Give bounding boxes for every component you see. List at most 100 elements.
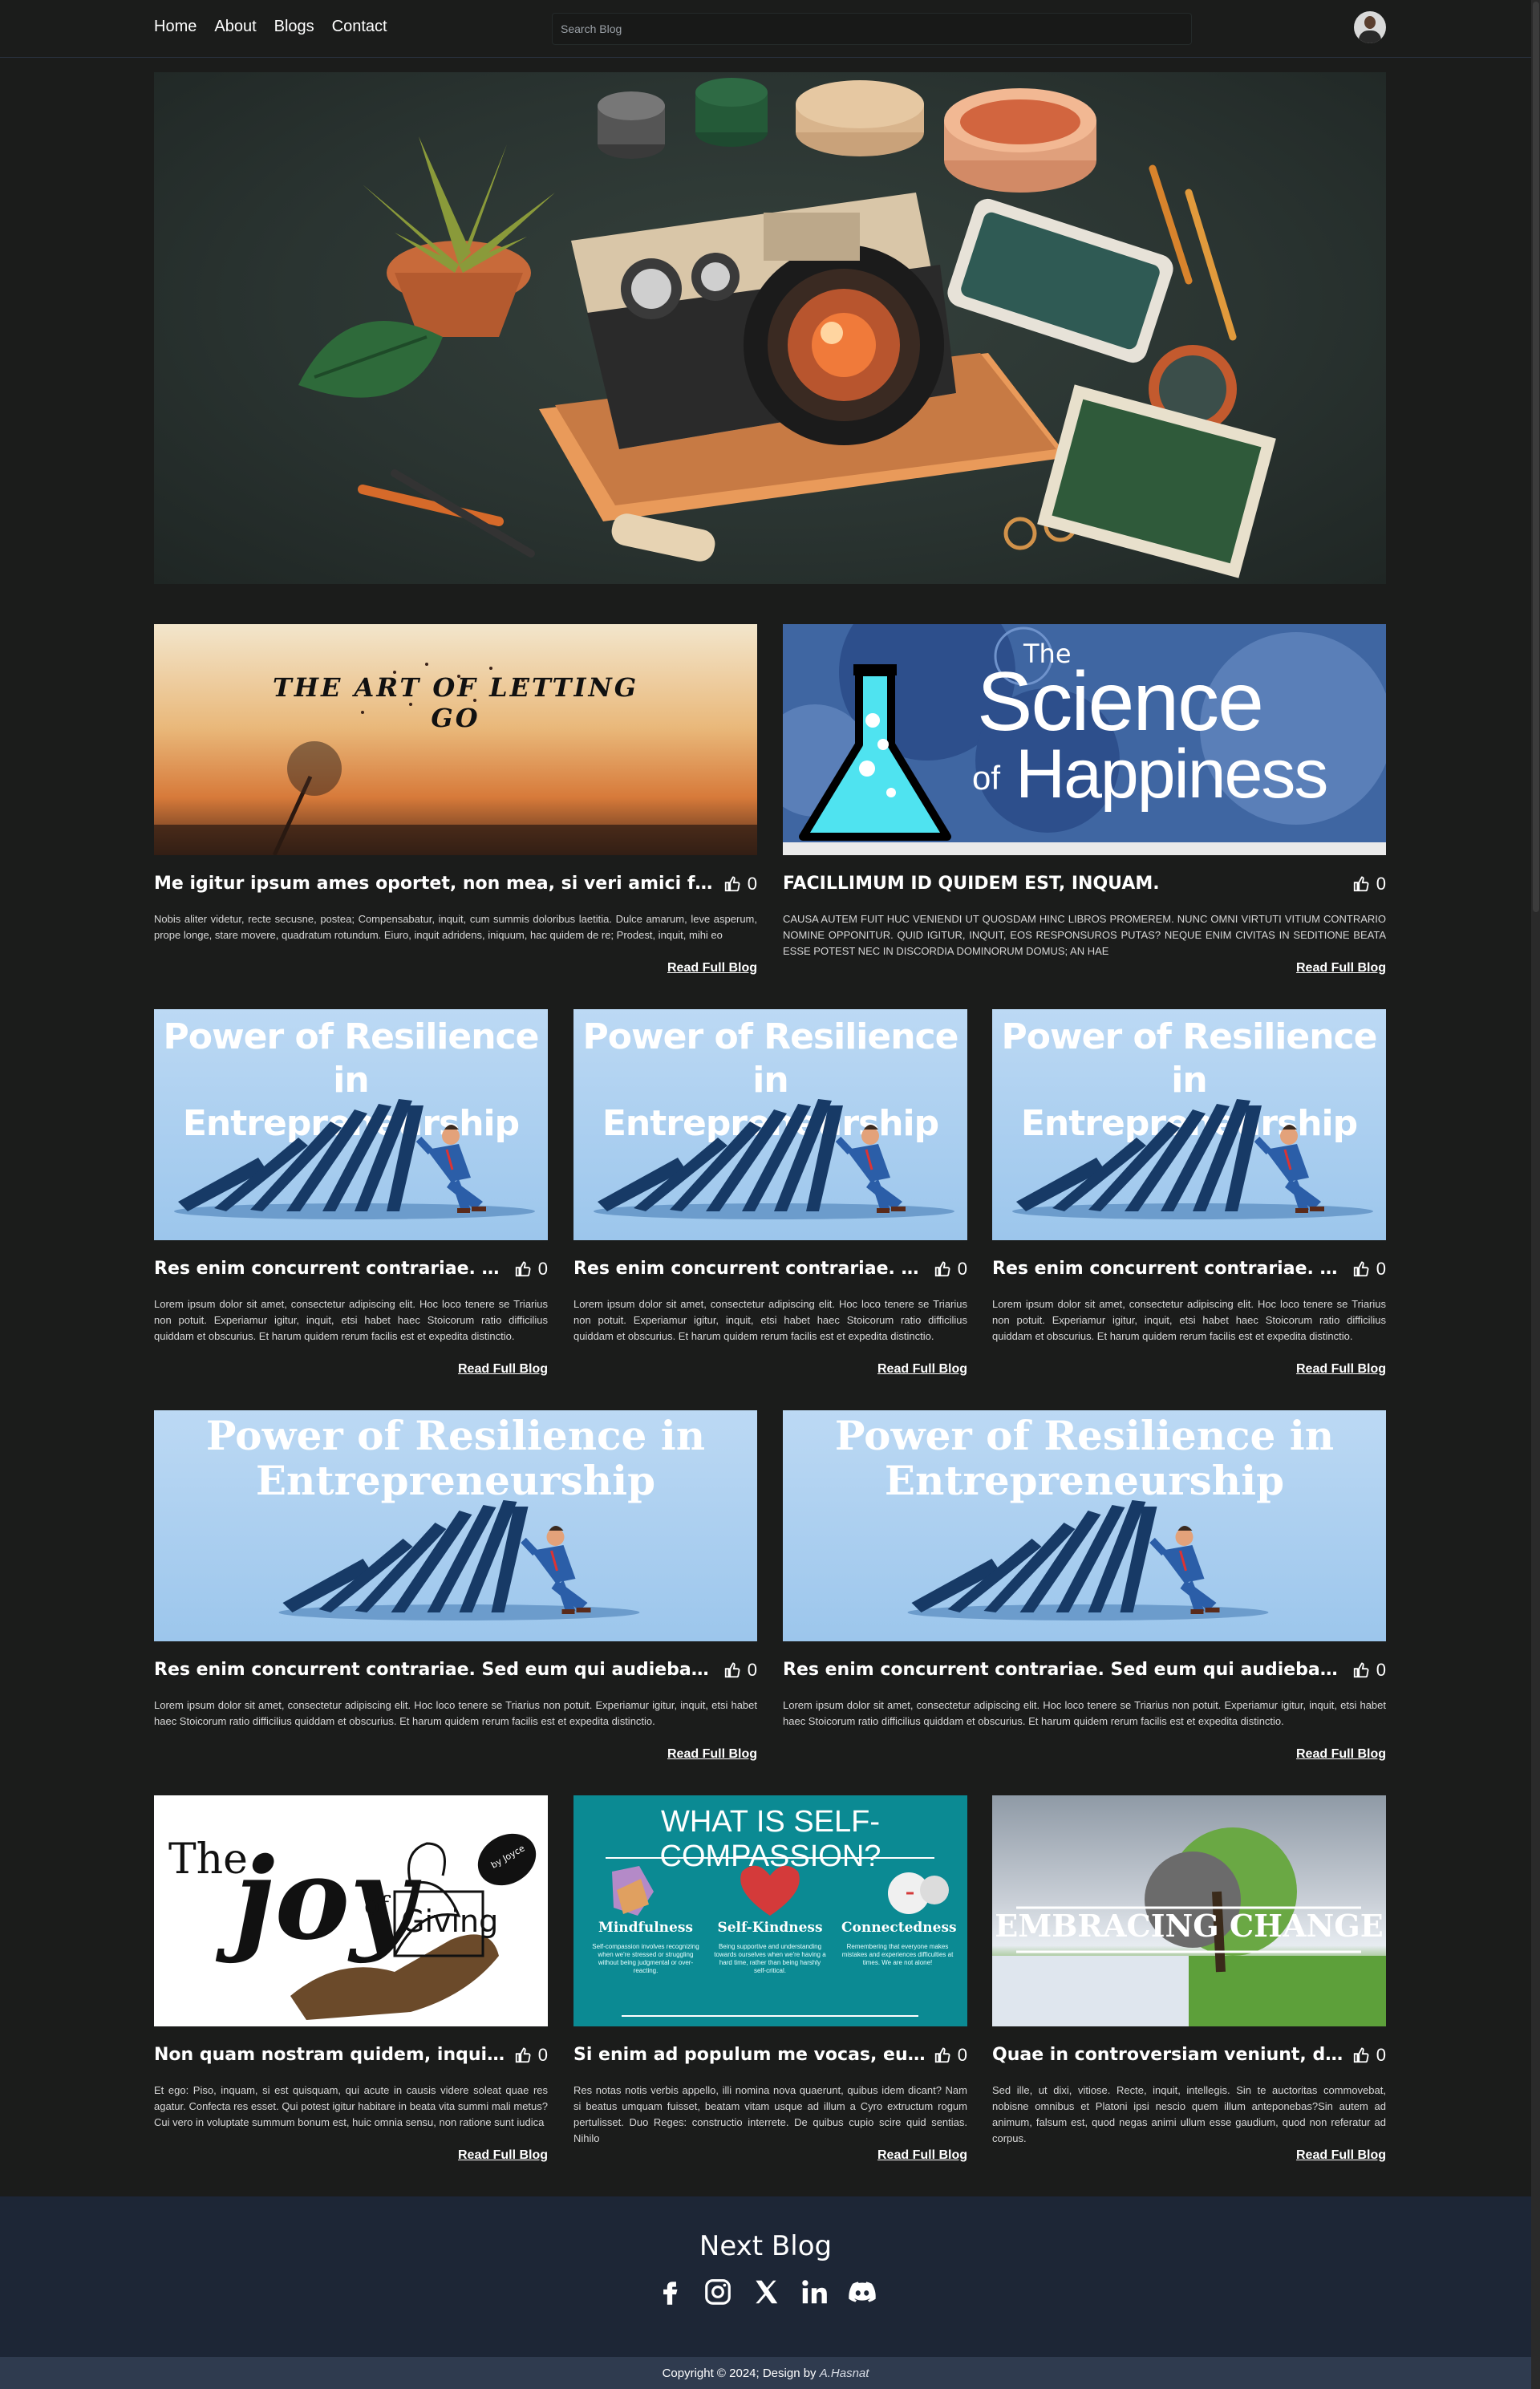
like-counter[interactable]: 0 [723, 874, 757, 894]
author-link[interactable]: A.Hasnat [820, 2367, 869, 2380]
linkedin-icon[interactable] [799, 2277, 829, 2307]
search-input[interactable]: Search Blog [552, 13, 1192, 45]
like-counter[interactable]: 0 [934, 2045, 967, 2066]
blog-title[interactable]: Res enim concurrent contrariae. Sed eum … [783, 1660, 1344, 1680]
nav-home-link[interactable]: Home [154, 18, 197, 36]
blog-card[interactable]: The joy of Giving by Joyce Non quam nost… [154, 1795, 548, 2172]
blog-card[interactable]: The art of letting go Me igitur ipsum am… [154, 624, 757, 985]
blog-title[interactable]: Non quam nostram quidem, inquit... [154, 2045, 507, 2065]
like-count: 0 [747, 874, 757, 894]
blog-thumbnail[interactable]: WHAT IS SELF-COMPASSION? Mindfulness Sel… [573, 1795, 967, 2026]
discord-icon[interactable] [847, 2277, 877, 2307]
thumbnail-caption: The art of letting go [272, 672, 639, 733]
blog-thumbnail[interactable]: Power of Resilience in Entrepreneurship [783, 1410, 1386, 1641]
instagram-icon[interactable] [703, 2277, 733, 2307]
blog-card[interactable]: EMBRACING CHANGE Quae in controversiam v… [992, 1795, 1386, 2172]
phone-illustration [947, 198, 1173, 363]
nav-contact-link[interactable]: Contact [332, 18, 387, 36]
compassion-col1-title: Mindfulness [598, 1920, 693, 1936]
blog-excerpt: Sed ille, ut dixi, vitiose. Recte, inqui… [992, 2084, 1386, 2144]
blog-title[interactable]: Res enim concurrent contrariae. Sed eum … [154, 1660, 715, 1680]
blog-thumbnail[interactable]: The Science of Happiness [783, 624, 1386, 855]
glasses-illustration [1003, 517, 1037, 550]
thumbs-up-icon[interactable] [934, 1260, 951, 1278]
read-full-blog-link[interactable]: Read Full Blog [458, 1362, 548, 1377]
thumbs-up-icon[interactable] [934, 2046, 951, 2064]
blog-card[interactable]: Power of Resilience in Entrepreneurship [154, 1009, 548, 1386]
like-count: 0 [1376, 2045, 1386, 2065]
read-full-blog-link[interactable]: Read Full Blog [1296, 2148, 1386, 2163]
blog-title[interactable]: Res enim concurrent contrariae. Se... [154, 1259, 507, 1279]
read-full-blog-link[interactable]: Read Full Blog [1296, 961, 1386, 975]
like-counter[interactable]: 0 [1352, 1660, 1386, 1681]
next-blog-heading[interactable]: Next Blog [0, 2230, 1531, 2262]
blog-card[interactable]: The Science of Happiness FACILLIMUM ID Q… [783, 624, 1386, 985]
x-icon[interactable] [751, 2277, 781, 2307]
science-of-text: of [972, 759, 1001, 797]
blog-card[interactable]: Power of Resilience in Entrepreneurship [573, 1009, 967, 1386]
compassion-illustration [606, 1857, 949, 2017]
blog-thumbnail[interactable]: EMBRACING CHANGE [992, 1795, 1386, 2026]
nav-blogs-link[interactable]: Blogs [274, 18, 314, 36]
thumbs-up-icon[interactable] [514, 1260, 532, 1278]
social-links [0, 2277, 1531, 2307]
nav-links: Home About Blogs Contact [154, 18, 387, 36]
blog-thumbnail[interactable]: The joy of Giving by Joyce [154, 1795, 548, 2026]
blog-thumbnail[interactable]: The art of letting go [154, 624, 757, 855]
hero-image [154, 72, 1386, 584]
scrollbar-thumb[interactable] [1533, 2, 1539, 912]
like-counter[interactable]: 0 [723, 1660, 757, 1681]
blog-title[interactable]: Si enim ad populum me vocas, eum. [573, 2045, 926, 2065]
like-counter[interactable]: 0 [1352, 874, 1386, 894]
avatar-body [1359, 30, 1381, 43]
blog-thumbnail[interactable]: Power of Resilience in Entrepreneurship [992, 1009, 1386, 1240]
nav-about-link[interactable]: About [214, 18, 256, 36]
like-counter[interactable]: 0 [1352, 2045, 1386, 2066]
read-full-blog-link[interactable]: Read Full Blog [1296, 1747, 1386, 1762]
like-counter[interactable]: 0 [1352, 1259, 1386, 1280]
blog-thumbnail[interactable]: Power of Resilience in Entrepreneurship [154, 1410, 757, 1641]
copyright-text: Copyright © 2024; Design by [662, 2367, 817, 2380]
compassion-col3-text: Remembering that everyone makes mistakes… [841, 1943, 954, 1966]
blog-title[interactable]: Res enim concurrent contrariae. Se... [573, 1259, 926, 1279]
copyright-bar: Copyright © 2024; Design by A.Hasnat [0, 2357, 1531, 2389]
blog-excerpt: Lorem ipsum dolor sit amet, consectetur … [992, 1298, 1386, 1342]
read-full-blog-link[interactable]: Read Full Blog [667, 1747, 757, 1762]
dominoes-illustration [278, 1500, 640, 1620]
facebook-icon[interactable] [654, 2277, 685, 2307]
joy-giving-text: Giving [401, 1904, 499, 1939]
thumbs-up-icon[interactable] [1352, 1260, 1370, 1278]
read-full-blog-link[interactable]: Read Full Blog [877, 1362, 967, 1377]
blog-title[interactable]: Res enim concurrent contrariae. Se... [992, 1259, 1345, 1279]
blog-card[interactable]: Power of Resilience in Entrepreneurship [154, 1410, 757, 1771]
like-counter[interactable]: 0 [514, 1259, 548, 1280]
thumbs-up-icon[interactable] [1352, 875, 1370, 893]
blog-title[interactable]: Quae in controversiam veniunt, de ii... [992, 2045, 1345, 2065]
blog-excerpt: Lorem ipsum dolor sit amet, consectetur … [783, 1699, 1386, 1727]
blog-card[interactable]: WHAT IS SELF-COMPASSION? Mindfulness Sel… [573, 1795, 967, 2172]
blog-title[interactable]: Me igitur ipsum ames oportet, non mea, s… [154, 874, 715, 894]
thumbs-up-icon[interactable] [1352, 2046, 1370, 2064]
scrollbar[interactable] [1531, 0, 1540, 2389]
read-full-blog-link[interactable]: Read Full Blog [1296, 1362, 1386, 1377]
thumbs-up-icon[interactable] [514, 2046, 532, 2064]
businessman-illustration [835, 1125, 906, 1213]
blog-title[interactable]: FACILLIMUM ID QUIDEM EST, INQUAM. [783, 874, 1344, 894]
blog-thumbnail[interactable]: Power of Resilience in Entrepreneurship [154, 1009, 548, 1240]
avatar-head [1364, 16, 1376, 29]
blog-excerpt: Nobis aliter videtur, recte secusne, pos… [154, 913, 757, 941]
read-full-blog-link[interactable]: Read Full Blog [667, 961, 757, 975]
like-count: 0 [957, 1259, 967, 1279]
blog-card[interactable]: Power of Resilience in Entrepreneurship [992, 1009, 1386, 1386]
read-full-blog-link[interactable]: Read Full Blog [458, 2148, 548, 2163]
thumbs-up-icon[interactable] [723, 1661, 741, 1679]
thumbs-up-icon[interactable] [723, 875, 741, 893]
plant-illustration [298, 136, 555, 398]
blog-card[interactable]: Power of Resilience in Entrepreneurship [783, 1410, 1386, 1771]
like-counter[interactable]: 0 [934, 1259, 967, 1280]
like-counter[interactable]: 0 [514, 2045, 548, 2066]
avatar[interactable] [1354, 11, 1386, 43]
thumbs-up-icon[interactable] [1352, 1661, 1370, 1679]
read-full-blog-link[interactable]: Read Full Blog [877, 2148, 967, 2163]
blog-thumbnail[interactable]: Power of Resilience in Entrepreneurship [573, 1009, 967, 1240]
